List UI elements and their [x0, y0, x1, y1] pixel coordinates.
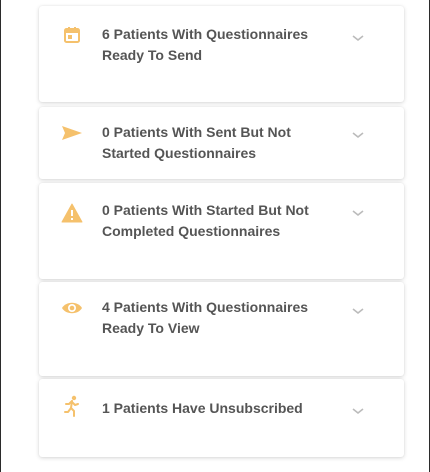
patient-status-list: 6 Patients With Questionnaires Ready To …	[39, 0, 404, 472]
chevron-down-icon[interactable]	[351, 30, 365, 42]
chevron-down-icon[interactable]	[351, 303, 365, 315]
status-card-label: 4 Patients With Questionnaires Ready To …	[102, 299, 309, 336]
chevron-down-icon[interactable]	[351, 205, 365, 217]
chevron-down-icon[interactable]	[351, 127, 365, 139]
send-icon	[61, 122, 83, 144]
warning-icon	[61, 202, 83, 224]
status-card-unsubscribed[interactable]: 1 Patients Have Unsubscribed	[39, 379, 404, 457]
eye-icon	[61, 297, 83, 319]
status-card-label: 1 Patients Have Unsubscribed	[102, 400, 303, 416]
chevron-down-icon[interactable]	[351, 403, 365, 415]
status-card-label: 0 Patients With Started But Not Complete…	[102, 202, 309, 239]
running-person-icon	[61, 395, 83, 417]
status-card-label: 6 Patients With Questionnaires Ready To …	[102, 26, 309, 63]
status-card-ready-to-view[interactable]: 4 Patients With Questionnaires Ready To …	[39, 282, 404, 376]
status-card-started-not-completed[interactable]: 0 Patients With Started But Not Complete…	[39, 183, 404, 279]
calendar-icon	[61, 24, 83, 46]
status-card-ready-to-send[interactable]: 6 Patients With Questionnaires Ready To …	[39, 6, 404, 102]
status-card-label: 0 Patients With Sent But Not Started Que…	[102, 124, 291, 161]
status-card-sent-not-started[interactable]: 0 Patients With Sent But Not Started Que…	[39, 107, 404, 179]
